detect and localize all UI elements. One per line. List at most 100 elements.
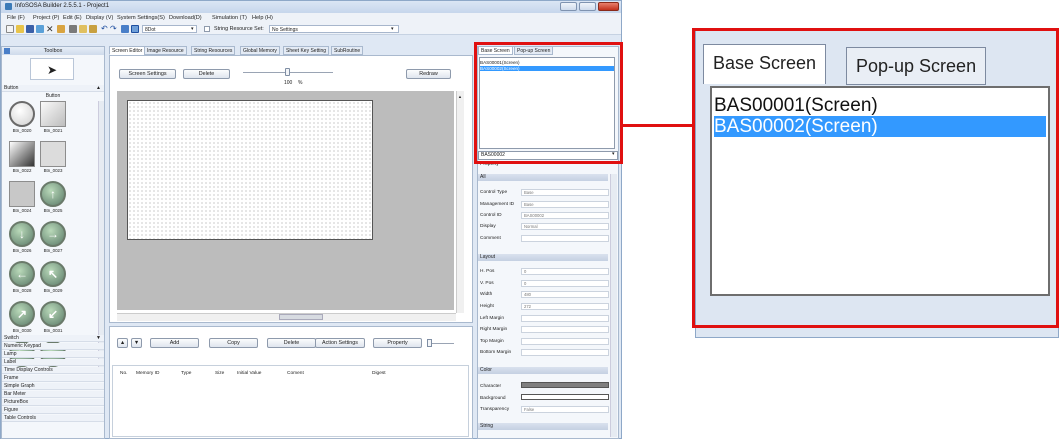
btn-0023-icon[interactable] xyxy=(40,141,66,167)
prop-value-width[interactable]: 480 xyxy=(521,291,609,298)
tab-image-resource[interactable]: Image Resource xyxy=(144,46,187,55)
prop-value-control-id[interactable]: BAS00002 xyxy=(521,212,609,219)
toolbox-category-numeric-keypad[interactable]: Numeric Keypad xyxy=(2,343,104,350)
prop-value-management-id[interactable]: Base xyxy=(521,201,609,208)
panel-slider-track[interactable] xyxy=(432,343,454,344)
cut-icon[interactable] xyxy=(69,25,77,33)
new-screen-icon[interactable] xyxy=(36,25,44,33)
toolbox-category-frame[interactable]: Frame xyxy=(2,375,104,382)
prop-value-left-margin[interactable] xyxy=(521,315,609,322)
close-button[interactable] xyxy=(598,2,619,11)
move-down-button[interactable]: ▼ xyxy=(131,338,142,348)
add-button[interactable]: Add xyxy=(150,338,199,348)
prop-value-height[interactable]: 272 xyxy=(521,303,609,310)
zoom-slider-thumb[interactable] xyxy=(285,68,290,76)
prop-value-display[interactable]: Normal xyxy=(521,223,609,230)
menu-edit[interactable]: Edit (E) xyxy=(63,15,82,21)
tab-string-resources[interactable]: String Resources xyxy=(191,46,236,55)
dot-size-select[interactable]: 8Dot ▾ xyxy=(142,25,197,33)
scroll-up-icon[interactable]: ▲ xyxy=(458,94,462,99)
btn-0026-down-arrow-icon[interactable]: ↓ xyxy=(9,221,35,247)
screen-settings-button[interactable]: Screen Settings xyxy=(119,69,176,79)
snap-icon[interactable] xyxy=(131,25,139,33)
pin-icon[interactable] xyxy=(4,48,10,54)
btn-0030-up-right-arrow-icon[interactable]: ↗ xyxy=(9,301,35,327)
btn-0025-up-arrow-icon[interactable]: ↑ xyxy=(40,181,66,207)
property-scrollbar[interactable] xyxy=(610,174,617,437)
maximize-button[interactable] xyxy=(579,2,596,11)
section-color[interactable]: Color xyxy=(478,367,608,374)
save-icon[interactable] xyxy=(26,25,34,33)
property-button[interactable]: Property xyxy=(373,338,422,348)
move-up-button[interactable]: ▲ xyxy=(117,338,128,348)
btn-0028-left-arrow-icon[interactable]: ← xyxy=(9,261,35,287)
toolbox-category-lamp[interactable]: Lamp xyxy=(2,351,104,358)
toolbox-category-label[interactable]: Label xyxy=(2,359,104,366)
prop-value-transparency[interactable]: False xyxy=(521,406,609,413)
redraw-button[interactable]: Redraw xyxy=(406,69,451,79)
prop-value-h-pos[interactable]: 0 xyxy=(521,268,609,275)
string-resource-select[interactable]: No Settings ▾ xyxy=(269,25,399,33)
pointer-tool[interactable]: ➤ xyxy=(30,58,74,80)
copy-icon[interactable] xyxy=(79,25,87,33)
btn-0029-up-left-arrow-icon[interactable]: ↖ xyxy=(40,261,66,287)
prop-value-v-pos[interactable]: 0 xyxy=(521,280,609,287)
toolbox-category-button[interactable]: Button xyxy=(2,85,104,92)
prop-value-control-type[interactable]: Base xyxy=(521,189,609,196)
menu-display[interactable]: Display (V) xyxy=(86,15,113,21)
toolbox-category-bar-meter[interactable]: Bar Meter xyxy=(2,391,104,398)
btn-0024-icon[interactable] xyxy=(9,181,35,207)
minimize-button[interactable] xyxy=(560,2,577,11)
section-string[interactable]: String xyxy=(478,423,608,430)
toolbox-category-simple-graph[interactable]: Simple Graph xyxy=(2,383,104,390)
properties-icon[interactable] xyxy=(57,25,65,33)
toolbox-category-switch[interactable]: Switch xyxy=(2,335,104,342)
toolbox-category-figure[interactable]: Figure xyxy=(2,407,104,414)
column-digest: Digest xyxy=(372,371,386,376)
btn-0021-icon[interactable] xyxy=(40,101,66,127)
prop-value-bottom-margin[interactable] xyxy=(521,349,609,356)
tab-sheet-key-setting[interactable]: Sheet Key Setting xyxy=(283,46,330,55)
delete-button[interactable]: Delete xyxy=(183,69,230,79)
delete-x-icon[interactable]: ✕ xyxy=(46,24,54,34)
btn-0027-right-arrow-icon[interactable]: → xyxy=(40,221,66,247)
btn-0022-icon[interactable] xyxy=(9,141,35,167)
prop-value-background[interactable] xyxy=(521,394,609,400)
prop-value-top-margin[interactable] xyxy=(521,338,609,345)
toolbox-category-table-controls[interactable]: Table Controls xyxy=(2,415,104,422)
delete-memory-button[interactable]: Delete xyxy=(267,338,316,348)
toolbox-scrollbar[interactable] xyxy=(98,101,104,373)
toolbox-category-time-display[interactable]: Time Display Controls xyxy=(2,367,104,374)
menu-file[interactable]: File (F) xyxy=(7,15,25,21)
menu-project[interactable]: Project (P) xyxy=(33,15,59,21)
tab-screen-editor[interactable]: Screen Editor xyxy=(109,46,146,55)
btn-0031-down-left-arrow-icon[interactable]: ↙ xyxy=(40,301,66,327)
btn-0020-icon[interactable] xyxy=(9,101,35,127)
menu-system-settings[interactable]: System Settings(S) xyxy=(117,15,165,21)
string-resource-checkbox[interactable] xyxy=(204,26,210,32)
new-file-icon[interactable] xyxy=(6,25,14,33)
prop-value-right-margin[interactable] xyxy=(521,326,609,333)
redo-icon[interactable]: ↷ xyxy=(110,24,117,34)
collapse-icon[interactable]: ▲ xyxy=(96,85,101,91)
section-layout[interactable]: Layout xyxy=(478,254,608,261)
prop-value-comment[interactable] xyxy=(521,235,609,242)
toolbox-category-picturebox[interactable]: PictureBox xyxy=(2,399,104,406)
canvas-vertical-scrollbar[interactable] xyxy=(456,91,464,313)
canvas-horizontal-thumb[interactable] xyxy=(279,314,323,320)
grid-icon[interactable] xyxy=(121,25,129,33)
tab-global-memory[interactable]: Global Memory xyxy=(240,46,280,55)
screen-canvas[interactable] xyxy=(127,100,373,240)
open-folder-icon[interactable] xyxy=(16,25,24,33)
section-all[interactable]: All xyxy=(478,174,608,181)
action-settings-button[interactable]: Action Settings xyxy=(315,338,365,348)
undo-icon[interactable]: ↶ xyxy=(101,24,108,34)
expand-icon[interactable]: ▼ xyxy=(96,335,101,341)
copy-button[interactable]: Copy xyxy=(209,338,258,348)
paste-icon[interactable] xyxy=(89,25,97,33)
prop-value-character[interactable] xyxy=(521,382,609,388)
menu-help[interactable]: Help (H) xyxy=(252,15,273,21)
menu-download[interactable]: Download(D) xyxy=(169,15,202,21)
menu-simulation[interactable]: Simulation (T) xyxy=(212,15,247,21)
tab-subroutine[interactable]: SubRoutine xyxy=(331,46,364,55)
